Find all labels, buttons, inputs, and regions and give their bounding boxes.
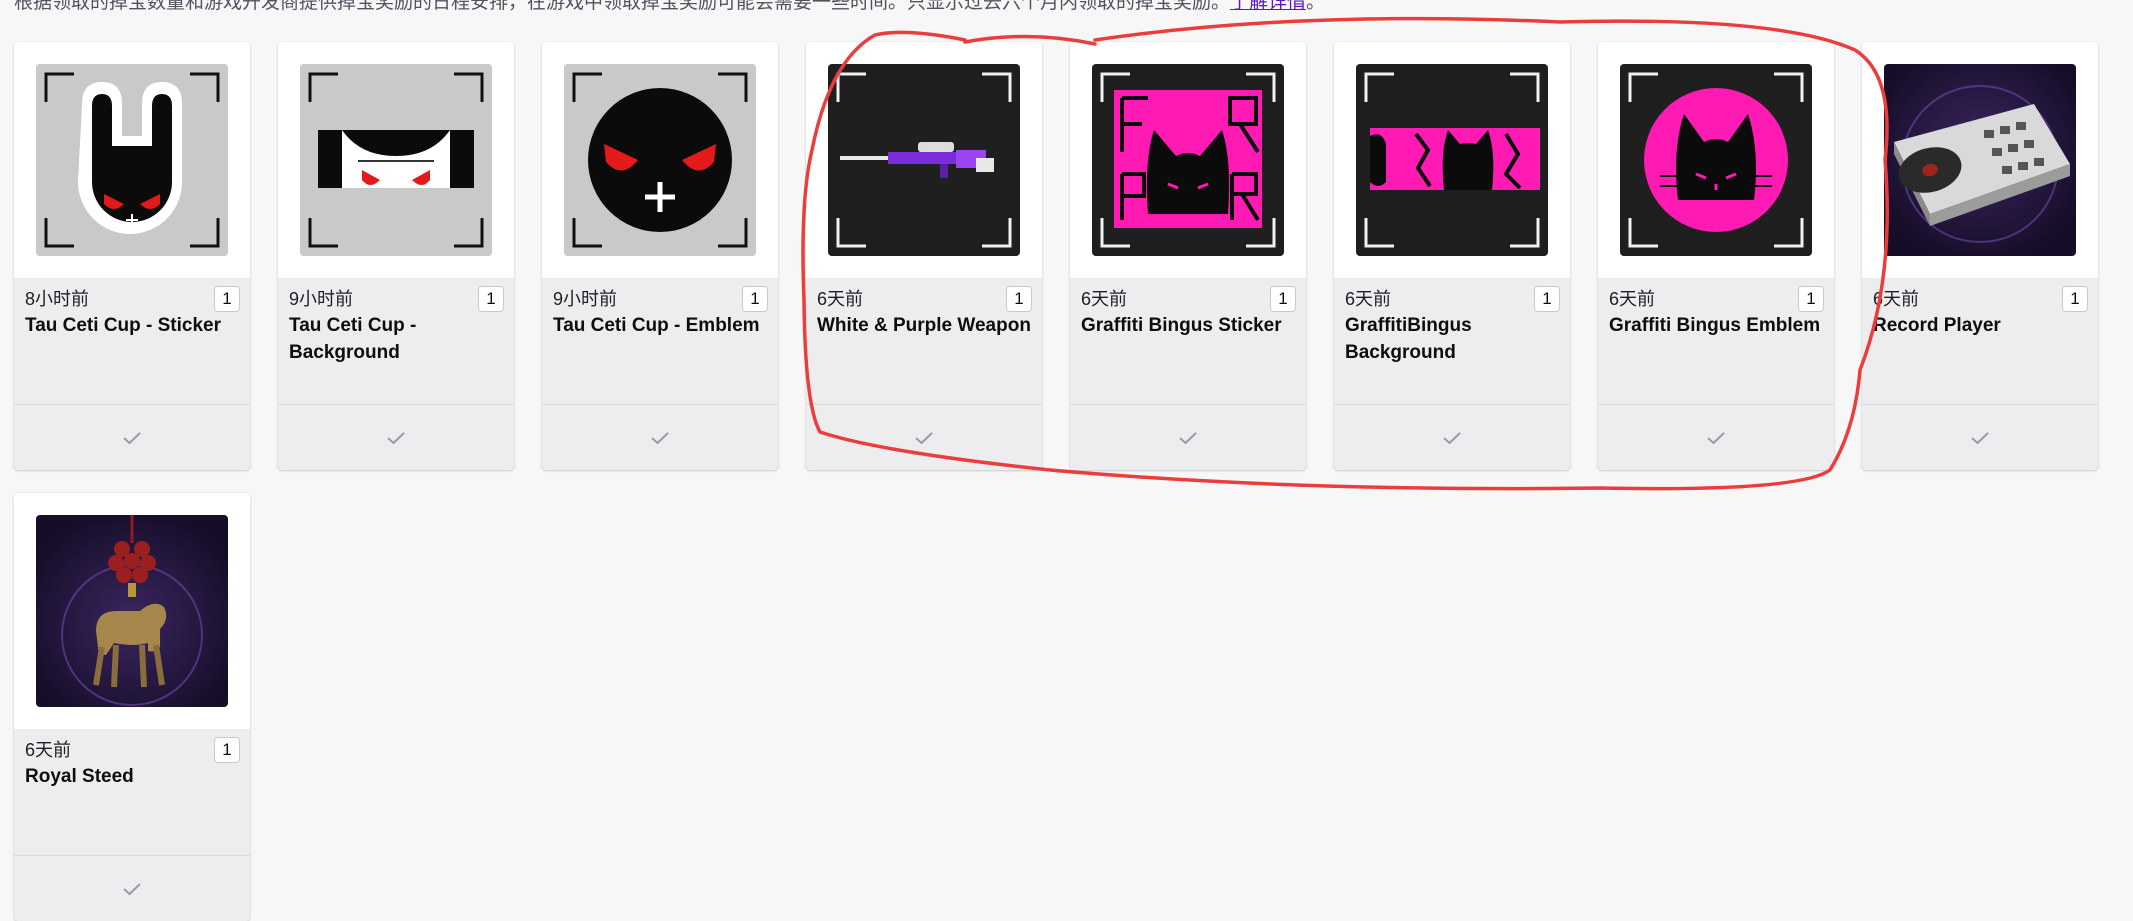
- claimed-status-button[interactable]: [542, 405, 778, 470]
- quantity-badge: 1: [1798, 286, 1824, 312]
- drops-notice: 根据领取的掉宝数量和游戏开发商提供掉宝奖励的日程安排，在游戏中领取掉宝奖励可能会…: [14, 0, 1325, 15]
- reward-title: Royal Steed: [25, 766, 134, 787]
- check-icon: [123, 882, 141, 895]
- claimed-time: 9小时前: [553, 289, 618, 309]
- graffiti-cat-background-icon: [1356, 64, 1548, 256]
- reward-title: White & Purple Weapon: [817, 315, 1031, 336]
- claimed-time: 6天前: [25, 740, 72, 760]
- reward-card: 6天前 1 GraffitiBingus Background: [1334, 42, 1570, 470]
- claimed-status-button[interactable]: [1598, 405, 1834, 470]
- claimed-status-button[interactable]: [1334, 405, 1570, 470]
- reward-title: Graffiti Bingus Emblem: [1609, 315, 1821, 336]
- graffiti-cat-sticker-icon: [1092, 64, 1284, 256]
- reward-card: 9小时前 1 Tau Ceti Cup - Emblem: [542, 42, 778, 470]
- claimed-time: 6天前: [817, 289, 864, 309]
- reward-title: Tau Ceti Cup - Background: [289, 315, 417, 363]
- reward-card: 6天前 1 Royal Steed: [14, 493, 250, 921]
- royal-steed-icon: [36, 515, 228, 707]
- claimed-time: 9小时前: [289, 289, 354, 309]
- reward-title: Tau Ceti Cup - Emblem: [553, 315, 760, 336]
- notice-tail: 。: [1306, 0, 1326, 13]
- check-icon: [387, 431, 405, 444]
- reward-title: Record Player: [1873, 315, 2001, 336]
- reward-card: 6天前 1 Record Player: [1862, 42, 2098, 470]
- check-icon: [1443, 431, 1461, 444]
- purple-rifle-icon: [828, 64, 1020, 256]
- reward-card: 6天前 1 Graffiti Bingus Emblem: [1598, 42, 1834, 470]
- record-player-icon: [1884, 64, 2076, 256]
- pink-cat-emblem-icon: [1620, 64, 1812, 256]
- quantity-badge: 1: [2062, 286, 2088, 312]
- claimed-status-button[interactable]: [278, 405, 514, 470]
- claimed-time: 6天前: [1873, 289, 1920, 309]
- white-rabbit-sticker-icon: [36, 64, 228, 256]
- check-icon: [651, 431, 669, 444]
- quantity-badge: 1: [1006, 286, 1032, 312]
- check-icon: [1971, 431, 1989, 444]
- reward-card: 6天前 1 Graffiti Bingus Sticker: [1070, 42, 1306, 470]
- claimed-time: 6天前: [1345, 289, 1392, 309]
- claimed-status-button[interactable]: [806, 405, 1042, 470]
- quantity-badge: 1: [214, 286, 240, 312]
- claimed-time: 8小时前: [25, 289, 90, 309]
- notice-text: 根据领取的掉宝数量和游戏开发商提供掉宝奖励的日程安排，在游戏中领取掉宝奖励可能会…: [14, 0, 1231, 13]
- claimed-status-button[interactable]: [1862, 405, 2098, 470]
- reward-card: 8小时前 1 Tau Ceti Cup - Sticker: [14, 42, 250, 470]
- quantity-badge: 1: [742, 286, 768, 312]
- black-emblem-icon: [564, 64, 756, 256]
- rabbit-background-icon: [300, 64, 492, 256]
- reward-card: 6天前 1 White & Purple Weapon: [806, 42, 1042, 470]
- claimed-time: 6天前: [1609, 289, 1656, 309]
- reward-title: GraffitiBingus Background: [1345, 315, 1472, 363]
- claimed-status-button[interactable]: [14, 856, 250, 921]
- learn-more-link[interactable]: 了解详情: [1230, 0, 1306, 13]
- quantity-badge: 1: [1534, 286, 1560, 312]
- reward-title: Tau Ceti Cup - Sticker: [25, 315, 222, 336]
- quantity-badge: 1: [214, 737, 240, 763]
- check-icon: [123, 431, 141, 444]
- quantity-badge: 1: [478, 286, 504, 312]
- reward-title: Graffiti Bingus Sticker: [1081, 315, 1282, 336]
- claimed-status-button[interactable]: [14, 405, 250, 470]
- claimed-time: 6天前: [1081, 289, 1128, 309]
- check-icon: [1707, 431, 1725, 444]
- check-icon: [1179, 431, 1197, 444]
- claimed-status-button[interactable]: [1070, 405, 1306, 470]
- reward-card: 9小时前 1 Tau Ceti Cup - Background: [278, 42, 514, 470]
- check-icon: [915, 431, 933, 444]
- quantity-badge: 1: [1270, 286, 1296, 312]
